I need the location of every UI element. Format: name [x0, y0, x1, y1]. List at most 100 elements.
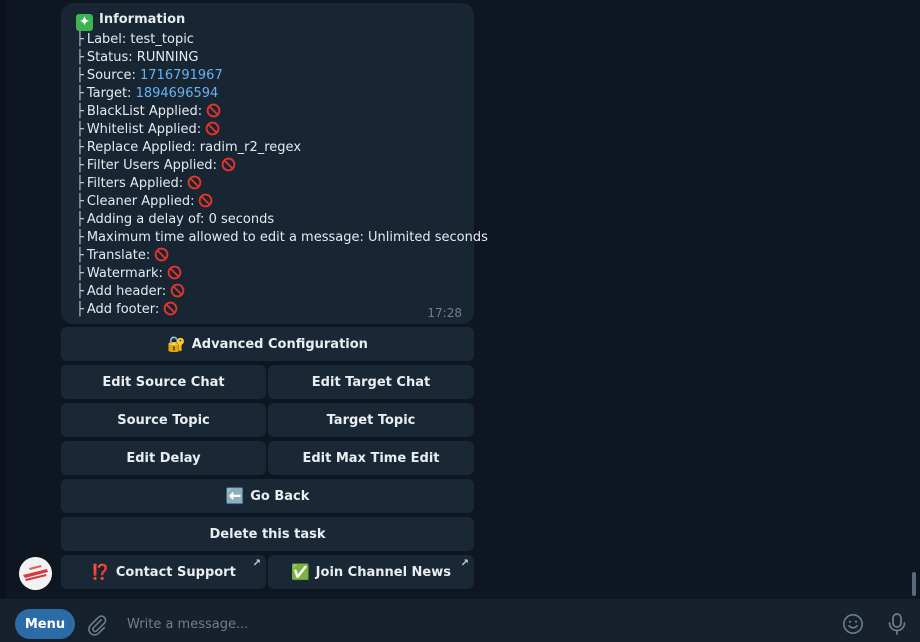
back-arrow-icon: ⬅️: [225, 487, 245, 505]
tree-branch: ├: [76, 230, 84, 245]
info-line: ├ Label: test_topic: [76, 31, 464, 49]
message-body: ✦ Information ├ Label: test_topic ├ Status: …: [76, 11, 488, 319]
info-label: Cleaner Applied:: [86, 194, 195, 209]
info-label: Filter Users Applied:: [86, 158, 217, 173]
info-label: Label:: [86, 32, 127, 47]
tree-branch: ├: [76, 284, 84, 299]
info-label: Filters Applied:: [86, 176, 184, 191]
info-line: ├ Cleaner Applied:: [76, 193, 464, 211]
prohibited-icon: [221, 157, 236, 172]
edit-delay-button[interactable]: Edit Delay: [61, 441, 266, 475]
prohibited-icon: [167, 265, 182, 280]
advanced-configuration-label: Advanced Configuration: [191, 336, 368, 352]
tree-branch: ├: [76, 194, 84, 209]
message-title-row: ✦ Information: [76, 11, 464, 31]
info-label: Add header:: [86, 284, 167, 299]
info-line: ├ Translate:: [76, 247, 464, 265]
info-line: ├ Status: RUNNING: [76, 49, 464, 67]
info-line: ├ Add footer:: [76, 301, 464, 319]
bot-avatar[interactable]: [19, 557, 52, 590]
message-input[interactable]: [125, 610, 819, 638]
tree-branch: ├: [76, 140, 84, 155]
exclamation-question-icon: ⁉️: [91, 563, 110, 581]
tree-branch: ├: [76, 158, 84, 173]
advanced-configuration-button[interactable]: 🔐 Advanced Configuration: [61, 327, 474, 361]
info-label: Translate:: [86, 248, 151, 263]
chat-id-link[interactable]: 1716791967: [140, 68, 223, 83]
join-channel-news-label: Join Channel News: [315, 564, 451, 580]
tree-branch: ├: [76, 68, 84, 83]
chat-area: ✦ Information ├ Label: test_topic ├ Status: …: [0, 0, 920, 598]
paperclip-icon[interactable]: [86, 614, 108, 636]
info-label: Whitelist Applied:: [86, 122, 202, 137]
join-channel-news-button[interactable]: ✅ Join Channel News ↗: [268, 555, 474, 589]
prohibited-icon: [154, 247, 169, 262]
tree-branch: ├: [76, 32, 84, 47]
edit-target-chat-button[interactable]: Edit Target Chat: [268, 365, 474, 399]
tree-branch: ├: [76, 248, 84, 263]
info-line: ├ Source: 1716791967: [76, 67, 464, 85]
tree-branch: ├: [76, 212, 84, 227]
tree-branch: ├: [76, 104, 84, 119]
info-line: ├ Filters Applied:: [76, 175, 464, 193]
info-label: Replace Applied:: [86, 140, 196, 155]
chat-scrollbar[interactable]: [912, 572, 916, 596]
info-line: ├ Whitelist Applied:: [76, 121, 464, 139]
delete-task-button[interactable]: Delete this task: [61, 517, 474, 551]
info-value: 0 seconds: [208, 212, 275, 227]
go-back-button[interactable]: ⬅️ Go Back: [61, 479, 474, 513]
microphone-icon[interactable]: [886, 612, 908, 636]
info-label: Source:: [86, 68, 136, 83]
message-timestamp: 17:28: [427, 306, 462, 320]
bot-message: ✦ Information ├ Label: test_topic ├ Status: …: [61, 3, 488, 324]
info-value: radim_r2_regex: [199, 140, 302, 155]
info-line: ├ Target: 1894696594: [76, 85, 464, 103]
edit-max-time-label: Edit Max Time Edit: [302, 450, 440, 466]
go-back-label: Go Back: [250, 488, 310, 504]
external-link-icon: ↗: [460, 558, 469, 569]
contact-support-button[interactable]: ⁉️ Contact Support ↗: [61, 555, 266, 589]
tree-branch: ├: [76, 122, 84, 137]
info-label: Watermark:: [86, 266, 163, 281]
info-label: BlackList Applied:: [86, 104, 203, 119]
tree-branch: ├: [76, 86, 84, 101]
info-label: Add footer:: [86, 302, 160, 317]
prohibited-icon: [163, 301, 178, 316]
info-value: RUNNING: [136, 50, 199, 65]
avatar-logo-icon: [19, 557, 52, 590]
info-line: ├ Watermark:: [76, 265, 464, 283]
check-mark-icon: ✅: [290, 563, 310, 581]
edit-delay-label: Edit Delay: [126, 450, 201, 466]
delete-task-label: Delete this task: [209, 526, 326, 542]
info-label: Status:: [86, 50, 133, 65]
tree-branch: ├: [76, 302, 84, 317]
info-label: Maximum time allowed to edit a message:: [86, 230, 364, 245]
info-line: ├ Replace Applied: radim_r2_regex: [76, 139, 464, 157]
info-line: ├ Filter Users Applied:: [76, 157, 464, 175]
tree-branch: ├: [76, 176, 84, 191]
tree-branch: ├: [76, 266, 84, 281]
lock-key-icon: 🔐: [167, 335, 186, 353]
tree-branch: ├: [76, 50, 84, 65]
chat-id-link[interactable]: 1894696594: [136, 86, 219, 101]
prohibited-icon: [205, 121, 220, 136]
info-line: ├ Maximum time allowed to edit a message:…: [76, 229, 488, 247]
info-line: ├ BlackList Applied:: [76, 103, 464, 121]
info-label: Target:: [86, 86, 132, 101]
info-value: Unlimited seconds: [368, 230, 488, 245]
edit-max-time-button[interactable]: Edit Max Time Edit: [268, 441, 474, 475]
prohibited-icon: [206, 103, 221, 118]
edit-source-chat-button[interactable]: Edit Source Chat: [61, 365, 266, 399]
prohibited-icon: [187, 175, 202, 190]
info-value: test_topic: [130, 32, 194, 47]
menu-button[interactable]: Menu: [15, 609, 75, 639]
external-link-icon: ↗: [252, 558, 261, 569]
edit-target-chat-label: Edit Target Chat: [311, 374, 431, 390]
smiley-icon[interactable]: [842, 613, 864, 635]
target-topic-button[interactable]: Target Topic: [268, 403, 474, 437]
source-topic-button[interactable]: Source Topic: [61, 403, 266, 437]
prohibited-icon: [199, 193, 213, 208]
target-topic-label: Target Topic: [326, 412, 416, 428]
info-label: Adding a delay of:: [86, 212, 205, 227]
source-topic-label: Source Topic: [117, 412, 210, 428]
